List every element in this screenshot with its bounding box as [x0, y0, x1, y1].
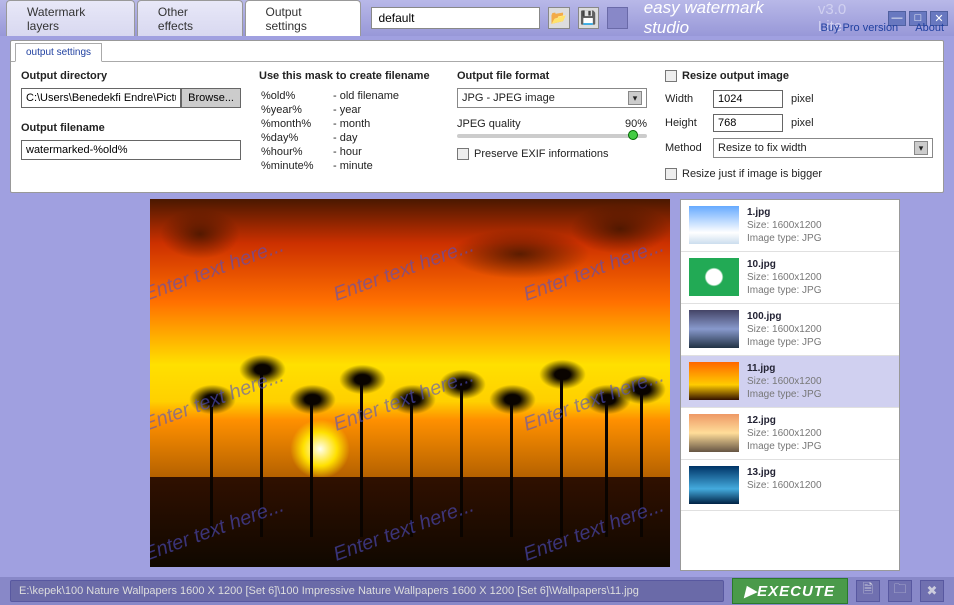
thumb-size: Size: 1600x1200	[747, 323, 822, 336]
thumb-type: Image type: JPG	[747, 336, 822, 349]
thumbnail-image	[689, 362, 739, 400]
resize-output-checkbox[interactable]	[665, 70, 677, 82]
about-link[interactable]: About	[915, 22, 944, 34]
thumb-filename: 11.jpg	[747, 362, 822, 375]
thumb-size: Size: 1600x1200	[747, 219, 822, 232]
add-images-icon[interactable]: 🗎	[856, 580, 880, 602]
thumb-item[interactable]: 13.jpg Size: 1600x1200	[681, 460, 899, 511]
preserve-exif-checkbox[interactable]	[457, 148, 469, 160]
clear-list-icon[interactable]: ✖	[920, 580, 944, 602]
thumb-size: Size: 1600x1200	[747, 427, 822, 440]
thumbnail-image	[689, 206, 739, 244]
thumbnail-image	[689, 414, 739, 452]
thumb-filename: 12.jpg	[747, 414, 822, 427]
buy-pro-link[interactable]: Buy Pro version	[821, 22, 899, 34]
height-unit: pixel	[791, 117, 814, 129]
thumb-item[interactable]: 100.jpg Size: 1600x1200 Image type: JPG	[681, 304, 899, 356]
open-preset-icon[interactable]: 📂	[548, 7, 569, 29]
thumb-type: Image type: JPG	[747, 440, 822, 453]
thumbnail-list[interactable]: 1.jpg Size: 1600x1200 Image type: JPG 10…	[680, 199, 900, 571]
chevron-down-icon: ▾	[628, 91, 642, 105]
thumb-size: Size: 1600x1200	[747, 479, 822, 492]
jpeg-quality-value: 90%	[625, 118, 647, 130]
add-folder-icon[interactable]: 🗀	[888, 580, 912, 602]
thumbnail-image	[689, 258, 739, 296]
resize-output-label: Resize output image	[682, 70, 789, 82]
width-label: Width	[665, 93, 705, 105]
thumb-item[interactable]: 12.jpg Size: 1600x1200 Image type: JPG	[681, 408, 899, 460]
chevron-down-icon: ▾	[914, 141, 928, 155]
thumbnail-image	[689, 466, 739, 504]
jpeg-quality-label: JPEG quality	[457, 118, 521, 130]
thumb-item[interactable]: 1.jpg Size: 1600x1200 Image type: JPG	[681, 200, 899, 252]
resize-method-select[interactable]: Resize to fix width▾	[713, 138, 933, 158]
thumb-filename: 13.jpg	[747, 466, 822, 479]
thumb-type: Image type: JPG	[747, 284, 822, 297]
thumbnail-image	[689, 310, 739, 348]
height-input[interactable]	[713, 114, 783, 132]
method-label: Method	[665, 142, 705, 154]
output-directory-label: Output directory	[21, 70, 241, 82]
thumb-item[interactable]: 10.jpg Size: 1600x1200 Image type: JPG	[681, 252, 899, 304]
mask-label: Use this mask to create filename	[259, 70, 439, 82]
thumb-item[interactable]: 11.jpg Size: 1600x1200 Image type: JPG	[681, 356, 899, 408]
jpeg-quality-slider[interactable]	[457, 134, 647, 138]
settings-panel: output settings Output directory Browse.…	[10, 40, 944, 193]
preserve-exif-label: Preserve EXIF informations	[474, 148, 609, 160]
output-filename-input[interactable]	[21, 140, 241, 160]
resize-if-bigger-label: Resize just if image is bigger	[682, 168, 822, 180]
width-unit: pixel	[791, 93, 814, 105]
tab-watermark-layers[interactable]: Watermark layers	[6, 0, 135, 36]
preview-image[interactable]: Enter text here... Enter text here... En…	[150, 199, 670, 567]
browse-button[interactable]: Browse...	[181, 88, 241, 108]
preset-input[interactable]	[371, 7, 540, 29]
thumb-filename: 1.jpg	[747, 206, 822, 219]
app-title: easy watermark studio	[644, 0, 806, 38]
thumb-filename: 10.jpg	[747, 258, 822, 271]
thumb-size: Size: 1600x1200	[747, 271, 822, 284]
tab-other-effects[interactable]: Other effects	[137, 0, 243, 36]
preview-area: Enter text here... Enter text here... En…	[150, 199, 670, 571]
thumb-type: Image type: JPG	[747, 232, 822, 245]
output-format-select[interactable]: JPG - JPEG image▾	[457, 88, 647, 108]
tab-output-settings[interactable]: Output settings	[245, 0, 362, 36]
thumb-type: Image type: JPG	[747, 388, 822, 401]
thumb-size: Size: 1600x1200	[747, 375, 822, 388]
mask-table: %old%- old filename %year%- year %month%…	[259, 88, 401, 174]
height-label: Height	[665, 117, 705, 129]
thumb-filename: 100.jpg	[747, 310, 822, 323]
current-path: E:\kepek\100 Nature Wallpapers 1600 X 12…	[10, 580, 724, 602]
subtab-output-settings[interactable]: output settings	[15, 43, 102, 62]
output-format-label: Output file format	[457, 70, 647, 82]
execute-button[interactable]: ▶EXECUTE	[732, 578, 848, 604]
toolbar-square-icon[interactable]	[607, 7, 628, 29]
output-filename-label: Output filename	[21, 122, 241, 134]
save-preset-icon[interactable]: 💾	[578, 7, 599, 29]
width-input[interactable]	[713, 90, 783, 108]
output-directory-input[interactable]	[21, 88, 181, 108]
resize-if-bigger-checkbox[interactable]	[665, 168, 677, 180]
